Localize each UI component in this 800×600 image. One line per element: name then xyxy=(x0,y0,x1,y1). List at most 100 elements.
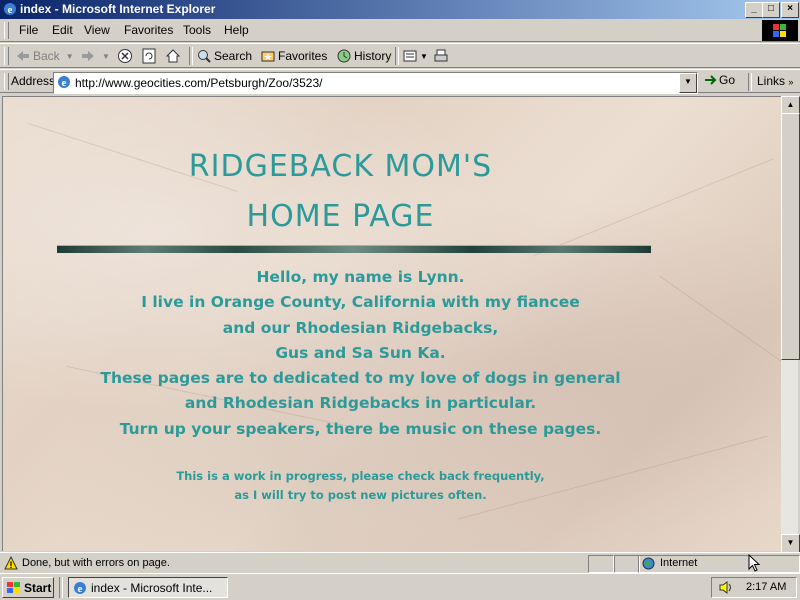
mail-button[interactable]: ▼ xyxy=(402,47,428,65)
work-in-progress-notice: This is a work in progress, please check… xyxy=(93,467,628,505)
intro-line: Turn up your speakers, there be music on… xyxy=(119,419,602,438)
go-arrow-icon xyxy=(705,75,717,85)
ie-logo-icon: e xyxy=(74,581,86,595)
minimize-button[interactable]: _ xyxy=(745,2,763,18)
status-pane xyxy=(588,555,614,573)
status-pane xyxy=(614,555,640,573)
menu-help[interactable]: Help xyxy=(224,23,249,37)
security-zone-label: Internet xyxy=(660,557,698,569)
intro-text: Hello, my name is Lynn. I live in Orange… xyxy=(43,265,678,442)
taskbar-window-button[interactable]: e index - Microsoft Inte... xyxy=(68,577,228,598)
page-content[interactable]: RIDGEBACK MOM'S HOME PAGE Hello, my name… xyxy=(2,96,781,551)
back-label: Back xyxy=(33,49,60,63)
go-label: Go xyxy=(719,73,736,87)
toolbar-separator xyxy=(395,47,399,65)
svg-text:e: e xyxy=(62,77,67,89)
intro-line: and our Rhodesian Ridgebacks, xyxy=(222,318,499,337)
toolbar-grip[interactable] xyxy=(4,47,9,65)
system-tray: 2:17 AM xyxy=(711,577,797,598)
print-button[interactable] xyxy=(433,47,451,65)
address-label: Address xyxy=(11,74,56,88)
close-button[interactable]: × xyxy=(781,2,799,18)
address-bar: Address e http://www.geocities.com/Petsb… xyxy=(0,69,800,94)
standard-toolbar: Back ▼ ▼ Search Favorites History ▼ xyxy=(0,43,800,68)
home-icon xyxy=(165,49,181,63)
windows-logo-icon xyxy=(762,20,798,41)
intro-line: Gus and Sa Sun Ka. xyxy=(275,343,446,362)
stop-button[interactable] xyxy=(117,47,135,65)
windows-flag-icon xyxy=(7,581,20,593)
menu-grip[interactable] xyxy=(4,22,9,39)
taskbar-window-label: index - Microsoft Inte... xyxy=(91,580,213,595)
forward-arrow-icon xyxy=(82,51,94,61)
vertical-scrollbar[interactable]: ▲ ▼ xyxy=(781,96,800,553)
marble-divider xyxy=(57,245,651,253)
mail-icon xyxy=(403,50,417,62)
history-icon xyxy=(337,49,351,63)
intro-line: and Rhodesian Ridgebacks in particular. xyxy=(184,394,537,413)
menu-view[interactable]: View xyxy=(84,23,110,37)
clock[interactable]: 2:17 AM xyxy=(746,581,786,593)
history-button[interactable]: History xyxy=(336,47,391,65)
title-bar[interactable]: e index - Microsoft Internet Explorer _ … xyxy=(0,0,800,19)
menu-edit[interactable]: Edit xyxy=(52,23,73,37)
notice-line: This is a work in progress, please check… xyxy=(176,469,545,483)
svg-text:!: ! xyxy=(10,560,13,570)
intro-line: I live in Orange County, California with… xyxy=(141,293,580,312)
page-title-line-2: HOME PAGE xyxy=(246,199,435,234)
internet-globe-icon xyxy=(642,557,655,570)
intro-line: These pages are to dedicated to my love … xyxy=(100,369,621,388)
mail-dropdown-icon[interactable]: ▼ xyxy=(420,52,428,61)
intro-line: Hello, my name is Lynn. xyxy=(256,268,465,286)
go-button[interactable]: Go xyxy=(703,73,735,87)
menu-favorites[interactable]: Favorites xyxy=(124,23,173,37)
home-button[interactable] xyxy=(165,47,183,65)
menu-bar: File Edit View Favorites Tools Help xyxy=(0,19,800,42)
links-label: Links xyxy=(757,74,786,88)
address-dropdown-icon[interactable]: ▼ xyxy=(679,73,697,93)
stop-icon xyxy=(118,49,132,63)
address-input[interactable]: e http://www.geocities.com/Petsburgh/Zoo… xyxy=(53,72,698,94)
volume-icon[interactable] xyxy=(718,580,734,595)
search-icon xyxy=(198,50,211,63)
menu-file[interactable]: File xyxy=(19,23,38,37)
ie-logo-icon: e xyxy=(4,3,16,16)
back-dropdown-icon[interactable]: ▼ xyxy=(66,52,74,61)
history-label: History xyxy=(354,49,392,63)
start-button[interactable]: Start xyxy=(2,577,54,598)
favorites-label: Favorites xyxy=(278,49,328,63)
search-label: Search xyxy=(214,49,253,63)
links-separator xyxy=(748,73,752,91)
warning-icon[interactable]: ! xyxy=(4,556,18,570)
scroll-thumb[interactable] xyxy=(781,113,800,360)
address-url: http://www.geocities.com/Petsburgh/Zoo/3… xyxy=(75,76,323,90)
notice-line: as I will try to post new pictures often… xyxy=(234,488,487,502)
favorites-folder-icon xyxy=(261,51,275,62)
start-label: Start xyxy=(24,580,52,595)
forward-button[interactable]: ▼ xyxy=(80,47,110,65)
links-button[interactable]: Links » xyxy=(757,74,793,88)
back-arrow-icon xyxy=(17,51,29,61)
address-grip[interactable] xyxy=(4,73,9,90)
scroll-down-icon[interactable]: ▼ xyxy=(781,534,800,553)
page-title: RIDGEBACK MOM'S HOME PAGE xyxy=(103,142,578,242)
toolbar-separator xyxy=(189,47,193,65)
menu-tools[interactable]: Tools xyxy=(183,23,211,37)
maximize-button[interactable]: □ xyxy=(762,2,780,18)
forward-dropdown-icon[interactable]: ▼ xyxy=(102,52,110,61)
print-icon xyxy=(434,49,448,62)
svg-text:e: e xyxy=(8,4,13,16)
status-bar: ! Done, but with errors on page. Interne… xyxy=(0,552,800,573)
back-button[interactable]: Back ▼ xyxy=(15,47,74,65)
status-message: Done, but with errors on page. xyxy=(22,557,170,569)
mouse-cursor-icon xyxy=(748,554,760,572)
refresh-button[interactable] xyxy=(141,47,159,65)
refresh-icon xyxy=(142,48,156,64)
window-title: index - Microsoft Internet Explorer xyxy=(20,2,216,16)
taskbar: Start e index - Microsoft Inte... 2:17 A… xyxy=(0,573,800,600)
search-button[interactable]: Search xyxy=(196,47,252,65)
taskbar-separator xyxy=(59,577,63,598)
favorites-button[interactable]: Favorites xyxy=(260,47,327,65)
svg-text:e: e xyxy=(78,583,83,595)
page-icon: e xyxy=(58,76,70,89)
